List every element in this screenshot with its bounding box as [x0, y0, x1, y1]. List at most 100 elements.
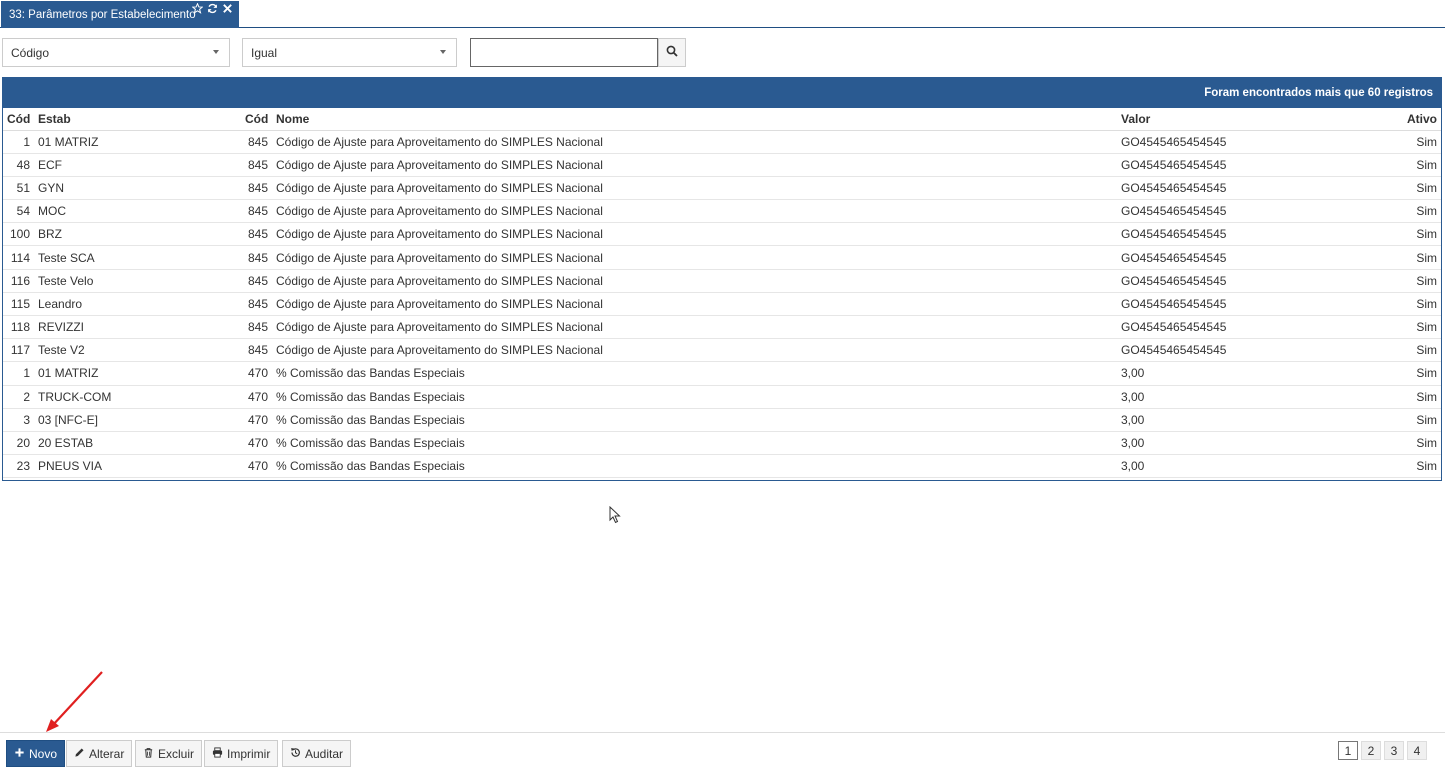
cell-ativo: Sim: [1397, 361, 1441, 386]
table-row[interactable]: 118 REVIZZI 845 Código de Ajuste para Aprov…: [3, 315, 1441, 340]
col-header-estab-cod[interactable]: Cód: [3, 108, 34, 131]
auditar-button-label: Auditar: [305, 746, 344, 761]
cell-valor: GO4545465454545: [1117, 292, 1397, 317]
cell-nome: Código de Ajuste para Aproveitamento do …: [272, 176, 1117, 201]
cell-ativo: Sim: [1397, 408, 1441, 432]
cell-ativo: Sim: [1397, 385, 1441, 409]
cell-ativo: Sim: [1397, 176, 1441, 201]
table-row[interactable]: 3 03 [NFC-E] 470% Comissão das Bandas Espe…: [3, 408, 1441, 432]
tab-parametros-por-estabelecimento[interactable]: 33: Parâmetros por Estabelecimento: [1, 1, 239, 28]
cell-ativo: Sim: [1397, 199, 1441, 224]
page-3[interactable]: 3: [1384, 741, 1404, 760]
cell-valor: 3,00: [1117, 385, 1397, 409]
cell-ativo: Sim: [1397, 431, 1441, 456]
cell-nome: Código de Ajuste para Aproveitamento do …: [272, 199, 1117, 224]
chevron-down-icon: [440, 50, 446, 54]
col-header-valor[interactable]: Valor: [1117, 108, 1397, 131]
table-row[interactable]: 117 Teste V2 845 Código de Ajuste para Apro…: [3, 338, 1441, 363]
refresh-icon[interactable]: [207, 3, 218, 14]
novo-button-label: Novo: [29, 746, 58, 761]
cell-estab-cod: 118: [3, 315, 34, 340]
table-row[interactable]: 1 01 MATRIZ 845 Código de Ajuste para Aprov…: [3, 130, 1441, 154]
cell-estab: 01 MATRIZ: [34, 361, 241, 386]
cell-estab-cod: 116: [3, 269, 34, 293]
cell-estab: 20 ESTAB: [34, 431, 241, 456]
star-icon[interactable]: [192, 3, 203, 14]
cell-estab-cod: 48: [3, 153, 34, 177]
col-header-param-cod[interactable]: Cód: [241, 108, 272, 131]
cell-nome: % Comissão das Bandas Especiais: [272, 385, 1117, 409]
col-header-ativo[interactable]: Ativo: [1397, 108, 1441, 131]
novo-button[interactable]: Novo: [6, 740, 66, 767]
cell-param-cod: 845: [241, 130, 272, 154]
page-4[interactable]: 4: [1407, 741, 1427, 760]
cell-nome: Código de Ajuste para Aproveitamento do …: [272, 245, 1117, 270]
records-count: Foram encontrados mais que 60 registros: [1204, 87, 1433, 99]
alterar-button-label: Alterar: [89, 746, 125, 761]
table-row[interactable]: 54 MOC 845 Código de Ajuste para Aproveitam…: [3, 199, 1441, 224]
table-row[interactable]: 20 20 ESTAB 470% Comissão das Bandas Espec…: [3, 431, 1441, 456]
table-row[interactable]: 48 ECF 845 Código de Ajuste para Aproveitam…: [3, 153, 1441, 177]
table-row[interactable]: 51 GYN 845 Código de Ajuste para Aproveitam…: [3, 176, 1441, 201]
excluir-button-label: Excluir: [158, 746, 195, 761]
cell-nome: Código de Ajuste para Aproveitamento do …: [272, 222, 1117, 247]
cell-nome: Código de Ajuste para Aproveitamento do …: [272, 338, 1117, 363]
pencil-icon: [74, 747, 85, 761]
plus-icon: [14, 747, 25, 761]
cell-param-cod: 470: [241, 385, 272, 409]
cell-param-cod: 845: [241, 245, 272, 270]
cell-valor: 3,00: [1117, 408, 1397, 432]
alterar-button[interactable]: Alterar: [66, 740, 133, 767]
imprimir-button[interactable]: Imprimir: [204, 740, 279, 767]
operator-select[interactable]: Igual: [242, 38, 457, 67]
cell-nome: % Comissão das Bandas Especiais: [272, 361, 1117, 386]
search-icon: [666, 45, 678, 60]
cell-nome: Código de Ajuste para Aproveitamento do …: [272, 269, 1117, 293]
table-row[interactable]: 116 Teste Velo 845 Código de Ajuste para Ap…: [3, 269, 1441, 293]
table-row[interactable]: 2 TRUCK-COM 470% Comissão das Bandas Espec…: [3, 385, 1441, 409]
cell-valor: GO4545465454545: [1117, 315, 1397, 340]
history-icon: [290, 747, 301, 761]
excluir-button[interactable]: Excluir: [135, 740, 203, 767]
cell-estab-cod: 115: [3, 292, 34, 317]
cell-estab: BRZ: [34, 222, 241, 247]
records-grid: Foram encontrados mais que 60 registros …: [2, 77, 1442, 481]
cell-param-cod: 845: [241, 269, 272, 293]
cell-estab: GYN: [34, 176, 241, 201]
cell-valor: GO4545465454545: [1117, 130, 1397, 154]
cell-ativo: Sim: [1397, 315, 1441, 340]
cell-valor: 3,00: [1117, 454, 1397, 479]
cell-estab-cod: 54: [3, 199, 34, 224]
cell-ativo: Sim: [1397, 292, 1441, 317]
cell-param-cod: 845: [241, 222, 272, 247]
search-input[interactable]: [470, 38, 658, 67]
page-1[interactable]: 1: [1338, 741, 1358, 760]
cell-estab: Teste Velo: [34, 269, 241, 293]
cell-valor: GO4545465454545: [1117, 269, 1397, 293]
field-select[interactable]: Código: [2, 38, 230, 67]
col-header-estab[interactable]: Estab: [34, 108, 241, 131]
table-row[interactable]: 114 Teste SCA 845 Código de Ajuste para Apr…: [3, 245, 1441, 270]
page-2[interactable]: 2: [1361, 741, 1381, 760]
cell-estab-cod: 1: [3, 130, 34, 154]
cell-valor: GO4545465454545: [1117, 245, 1397, 270]
table-row[interactable]: 115 Leandro 845 Código de Ajuste para Aprov…: [3, 292, 1441, 317]
table-header-row: Cód Estab Cód Nome Valor Ativo: [3, 108, 1441, 131]
cell-param-cod: 470: [241, 361, 272, 386]
table-row[interactable]: 1 01 MATRIZ 470% Comissão das Bandas Espec…: [3, 361, 1441, 386]
mouse-cursor-icon: [609, 506, 621, 524]
cell-param-cod: 845: [241, 199, 272, 224]
pagination: 1 2 3 4: [1338, 741, 1427, 760]
search-button[interactable]: [658, 38, 686, 67]
printer-icon: [212, 746, 223, 761]
cell-param-cod: 470: [241, 454, 272, 479]
auditar-button[interactable]: Auditar: [282, 740, 352, 767]
cell-param-cod: 470: [241, 408, 272, 432]
cell-ativo: Sim: [1397, 245, 1441, 270]
table-row[interactable]: 100 BRZ 845 Código de Ajuste para Aproveita…: [3, 222, 1441, 247]
cell-estab: Teste V2: [34, 338, 241, 363]
close-icon[interactable]: [222, 3, 233, 14]
table-row[interactable]: 23 PNEUS VIA 470% Comissão das Bandas Espe…: [3, 454, 1441, 479]
annotation-arrow-icon: [46, 671, 103, 732]
col-header-nome[interactable]: Nome: [272, 108, 1117, 131]
